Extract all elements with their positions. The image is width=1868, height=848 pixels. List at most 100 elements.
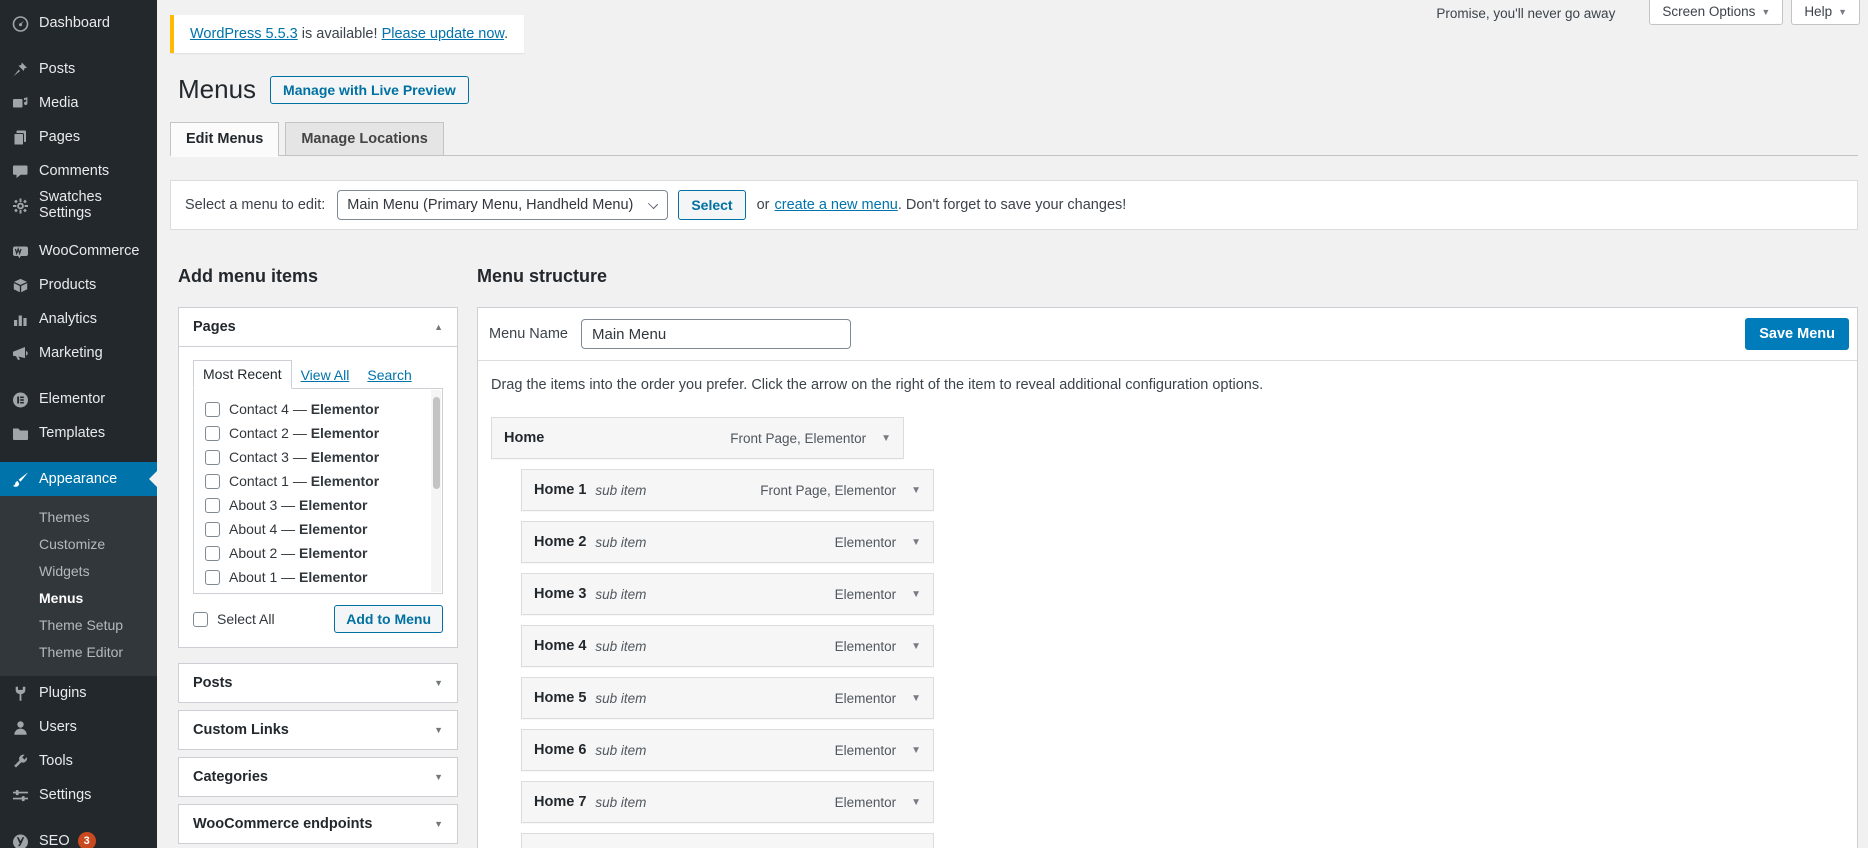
pages-accordion-toggle[interactable]: Pages ▲ xyxy=(179,308,457,346)
submenu-item-widgets[interactable]: Widgets xyxy=(0,558,157,585)
page-checklist-label[interactable]: About 1 — Elementor xyxy=(229,569,368,585)
page-checkbox[interactable] xyxy=(205,498,220,513)
submenu-item-theme-setup[interactable]: Theme Setup xyxy=(0,612,157,639)
menu-item-expand-arrow[interactable]: ▼ xyxy=(911,745,921,756)
add-to-menu-button[interactable]: Add to Menu xyxy=(334,605,443,633)
chevron-down-icon: ▼ xyxy=(434,772,443,782)
manage-live-preview-button[interactable]: Manage with Live Preview xyxy=(270,76,469,104)
page-checklist-label[interactable]: About 4 — Elementor xyxy=(229,521,368,537)
sidebar-item-comments[interactable]: Comments xyxy=(0,154,157,188)
sidebar-item-label: Media xyxy=(39,95,79,111)
page-checkbox[interactable] xyxy=(205,570,220,585)
sub-item-tag: sub item xyxy=(595,639,646,654)
menu-item-expand-arrow[interactable]: ▼ xyxy=(911,641,921,652)
page-checklist-label[interactable]: About 2 — Elementor xyxy=(229,545,368,561)
appearance-icon xyxy=(11,470,30,489)
sidebar-item-seo[interactable]: SEO3 xyxy=(0,824,157,848)
pages-tab-search[interactable]: Search xyxy=(358,362,420,389)
menu-item-expand-arrow[interactable]: ▼ xyxy=(881,433,891,444)
save-menu-button[interactable]: Save Menu xyxy=(1745,318,1849,350)
page-checklist-label[interactable]: Contact 4 — Elementor xyxy=(229,401,379,417)
select-button[interactable]: Select xyxy=(678,190,745,220)
swatches-settings-icon xyxy=(11,196,30,215)
submenu-item-themes[interactable]: Themes xyxy=(0,504,157,531)
sidebar-item-posts[interactable]: Posts xyxy=(0,52,157,86)
page-title: Menus xyxy=(178,74,256,105)
menu-select-dropdown[interactable]: Main Menu (Primary Menu, Handheld Menu) xyxy=(337,190,668,220)
page-checkbox[interactable] xyxy=(205,522,220,537)
menu-item-home-4[interactable]: Home 4sub itemElementor▼ xyxy=(521,625,934,667)
menu-name-input[interactable] xyxy=(581,319,851,349)
pages-panel-body: Most RecentView AllSearch Contact 4 — El… xyxy=(179,346,457,647)
menu-item-expand-arrow[interactable]: ▼ xyxy=(911,589,921,600)
submenu-item-theme-editor[interactable]: Theme Editor xyxy=(0,639,157,666)
sidebar-item-media[interactable]: Media xyxy=(0,86,157,120)
page-checkbox[interactable] xyxy=(205,546,220,561)
chevron-down-icon: ▼ xyxy=(434,819,443,829)
sidebar-item-dashboard[interactable]: Dashboard xyxy=(0,6,157,40)
menu-item-home-7[interactable]: Home 7sub itemElementor▼ xyxy=(521,781,934,823)
sidebar-item-swatches-settings[interactable]: Swatches Settings xyxy=(0,188,157,222)
menu-item-label: Home 4 xyxy=(534,638,586,654)
update-now-link[interactable]: Please update now xyxy=(382,26,505,42)
menu-item-expand-arrow[interactable]: ▼ xyxy=(911,485,921,496)
menu-item-expand-arrow[interactable]: ▼ xyxy=(911,797,921,808)
menu-item-expand-arrow[interactable]: ▼ xyxy=(911,537,921,548)
menu-select-bar: Select a menu to edit: Main Menu (Primar… xyxy=(170,180,1858,230)
select-all-checkbox[interactable] xyxy=(193,612,208,627)
screen-options-button[interactable]: Screen Options▼ xyxy=(1649,0,1783,25)
menu-item-home-6[interactable]: Home 6sub itemElementor▼ xyxy=(521,729,934,771)
plugins-icon xyxy=(11,684,30,703)
accordion-toggle[interactable]: Categories▼ xyxy=(179,758,457,796)
create-new-menu-link[interactable]: create a new menu xyxy=(775,197,898,213)
drag-instruction: Drag the items into the order you prefer… xyxy=(491,377,1843,393)
sidebar-item-tools[interactable]: Tools xyxy=(0,744,157,778)
sidebar-item-marketing[interactable]: Marketing xyxy=(0,336,157,370)
sidebar-item-settings[interactable]: Settings xyxy=(0,778,157,812)
page-checklist-label[interactable]: Contact 3 — Elementor xyxy=(229,449,379,465)
pages-tab-most-recent[interactable]: Most Recent xyxy=(193,360,292,389)
menu-structure-body: Drag the items into the order you prefer… xyxy=(478,361,1857,848)
help-button[interactable]: Help▼ xyxy=(1791,0,1860,25)
tab-manage-locations[interactable]: Manage Locations xyxy=(285,122,444,155)
menu-item-expand-arrow[interactable]: ▼ xyxy=(911,693,921,704)
page-checkbox[interactable] xyxy=(205,450,220,465)
submenu-item-customize[interactable]: Customize xyxy=(0,531,157,558)
sidebar-item-templates[interactable]: Templates xyxy=(0,416,157,450)
sidebar-item-pages[interactable]: Pages xyxy=(0,120,157,154)
menu-item-home-3[interactable]: Home 3sub itemElementor▼ xyxy=(521,573,934,615)
page-checkbox[interactable] xyxy=(205,402,220,417)
pages-tab-view-all[interactable]: View All xyxy=(292,362,359,389)
page-checklist-label[interactable]: About 3 — Elementor xyxy=(229,497,368,513)
wordpress-version-link[interactable]: WordPress 5.5.3 xyxy=(190,26,298,42)
accordion-toggle[interactable]: Custom Links▼ xyxy=(179,711,457,749)
page-checkbox[interactable] xyxy=(205,474,220,489)
sidebar-item-plugins[interactable]: Plugins xyxy=(0,676,157,710)
scrollbar-thumb[interactable] xyxy=(433,397,440,489)
sidebar-item-products[interactable]: Products xyxy=(0,268,157,302)
sidebar-item-appearance[interactable]: Appearance xyxy=(0,462,157,496)
menu-item-label: Home 6 xyxy=(534,742,586,758)
accordion-toggle[interactable]: Posts▼ xyxy=(179,664,457,702)
page-checkbox[interactable] xyxy=(205,426,220,441)
menu-item-home-5[interactable]: Home 5sub itemElementor▼ xyxy=(521,677,934,719)
menu-item-home-2[interactable]: Home 2sub itemElementor▼ xyxy=(521,521,934,563)
submenu-item-menus[interactable]: Menus xyxy=(0,585,157,612)
menu-item-type: Elementor xyxy=(835,795,897,810)
posts-icon xyxy=(11,60,30,79)
sidebar-item-users[interactable]: Users xyxy=(0,710,157,744)
sidebar-item-analytics[interactable]: Analytics xyxy=(0,302,157,336)
accordion-toggle[interactable]: WooCommerce endpoints▼ xyxy=(179,805,457,843)
sidebar-item-woocommerce[interactable]: WooCommerce xyxy=(0,234,157,268)
page-checklist-label[interactable]: Contact 2 — Elementor xyxy=(229,425,379,441)
page-checklist-item: About 4 — Elementor xyxy=(205,517,420,541)
marketing-icon xyxy=(11,344,30,363)
page-checklist-item: Contact 4 — Elementor xyxy=(205,397,420,421)
tab-edit-menus[interactable]: Edit Menus xyxy=(170,122,279,156)
menu-item-home-1[interactable]: Home 1sub itemFront Page, Elementor▼ xyxy=(521,469,934,511)
menu-item-home-8[interactable]: Home 8sub itemElementor▼ xyxy=(521,833,934,848)
page-checklist-label[interactable]: Contact 1 — Elementor xyxy=(229,473,379,489)
select-all-label[interactable]: Select All xyxy=(217,611,275,627)
menu-item-home[interactable]: HomeFront Page, Elementor▼ xyxy=(491,417,904,459)
sidebar-item-elementor[interactable]: Elementor xyxy=(0,382,157,416)
